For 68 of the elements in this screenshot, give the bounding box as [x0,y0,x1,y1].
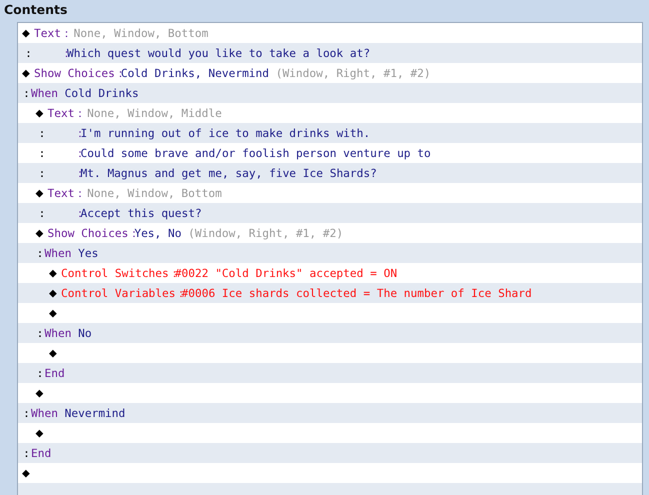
message-line: Accept this quest? [80,206,202,220]
empty-command-marker[interactable]: ◆ [49,306,61,320]
command-row[interactable]: ◆ Text： None, Window, Bottom [18,23,642,43]
empty-command-marker[interactable]: ◆ [36,386,48,400]
diamond-marker: ◆ [22,66,30,80]
continuation-marker: : [38,146,46,160]
branch-keyword[interactable]: When [31,86,58,100]
message-line: Mt. Magnus and get me, say, five Ice Shards? [80,166,377,180]
command-row[interactable]: ◆ Show Choices：Yes, No (Window, Right, #1, #2) [18,223,642,243]
command-options: None, Window, Bottom [74,26,208,40]
command-name: Control Variables [61,286,176,300]
command-name: Text [48,186,74,200]
branch-marker: : [22,446,31,460]
continuation-marker: : [24,46,32,60]
branch-keyword[interactable]: When [31,406,58,420]
command-options: None, Window, Middle [87,106,222,120]
continuation-marker: : [38,166,46,180]
command-options: (Window, Right, #1, #2) [276,66,431,80]
separator: ： [74,106,82,120]
diamond-marker: ◆ [36,186,44,200]
branch-marker: : [36,246,44,260]
command-row[interactable]: ◆ Text： None, Window, Middle [18,103,642,123]
message-line: Could some brave and/or foolish person venture up to [80,146,431,160]
separator: ： [74,206,82,220]
command-row[interactable]: ◆ Show Choices：Cold Drinks, Nevermind (Window, Right, #1, #2) [18,63,642,83]
command-name: Show Choices [48,226,128,240]
diamond-marker: ◆ [22,26,30,40]
separator: ： [74,126,82,140]
empty-command-marker[interactable]: ◆ [22,466,34,480]
command-row[interactable]: ◆ Text： None, Window, Bottom [18,183,642,203]
choice-label: Cold Drinks [64,86,139,100]
branch-keyword[interactable]: End [44,366,65,380]
branch-keyword[interactable]: When [44,326,72,340]
diamond-marker: ◆ [36,106,44,120]
message-line: Which quest would you like to take a look at? [67,46,370,60]
branch-keyword[interactable]: When [44,246,72,260]
diamond-marker: ◆ [49,286,58,300]
branch-marker: : [36,366,44,380]
separator: ： [74,166,82,180]
command-row[interactable]: ◆ Control Variables：#0006 Ice shards collected = The number of Ice Shard [18,283,642,303]
diamond-marker: ◆ [36,226,44,240]
choice-label: Nevermind [64,406,126,420]
separator: ： [74,146,82,160]
command-name: Text [48,106,74,120]
command-options: None, Window, Bottom [87,186,222,200]
continuation-marker: : [38,126,46,140]
command-name: Text [34,26,61,40]
separator: ： [60,26,69,40]
separator: ： [168,266,177,280]
branch-marker: : [22,406,31,420]
empty-command-marker[interactable]: ◆ [36,426,48,440]
branch-keyword[interactable]: End [31,446,52,460]
choice-label: Yes [78,246,98,260]
command-row[interactable]: ◆ Control Switches：#0022 "Cold Drinks" accepted = ON [18,263,642,283]
continuation-marker: : [38,206,46,220]
empty-command-marker[interactable]: ◆ [49,346,61,360]
command-options: (Window, Right, #1, #2) [188,226,344,240]
command-name: Show Choices [34,66,115,80]
branch-marker: : [22,86,31,100]
choice-label: No [78,326,92,340]
separator: ： [74,186,82,200]
diamond-marker: ◆ [49,266,58,280]
message-line: I'm running out of ice to make drinks with. [80,126,370,140]
separator: ： [114,66,123,80]
panel-title: Contents [3,1,68,19]
command-parameters: #0006 Ice shards collected = The number of Ice Shard [182,286,532,300]
command-name: Control Switches [61,266,169,280]
branch-marker: : [36,326,44,340]
